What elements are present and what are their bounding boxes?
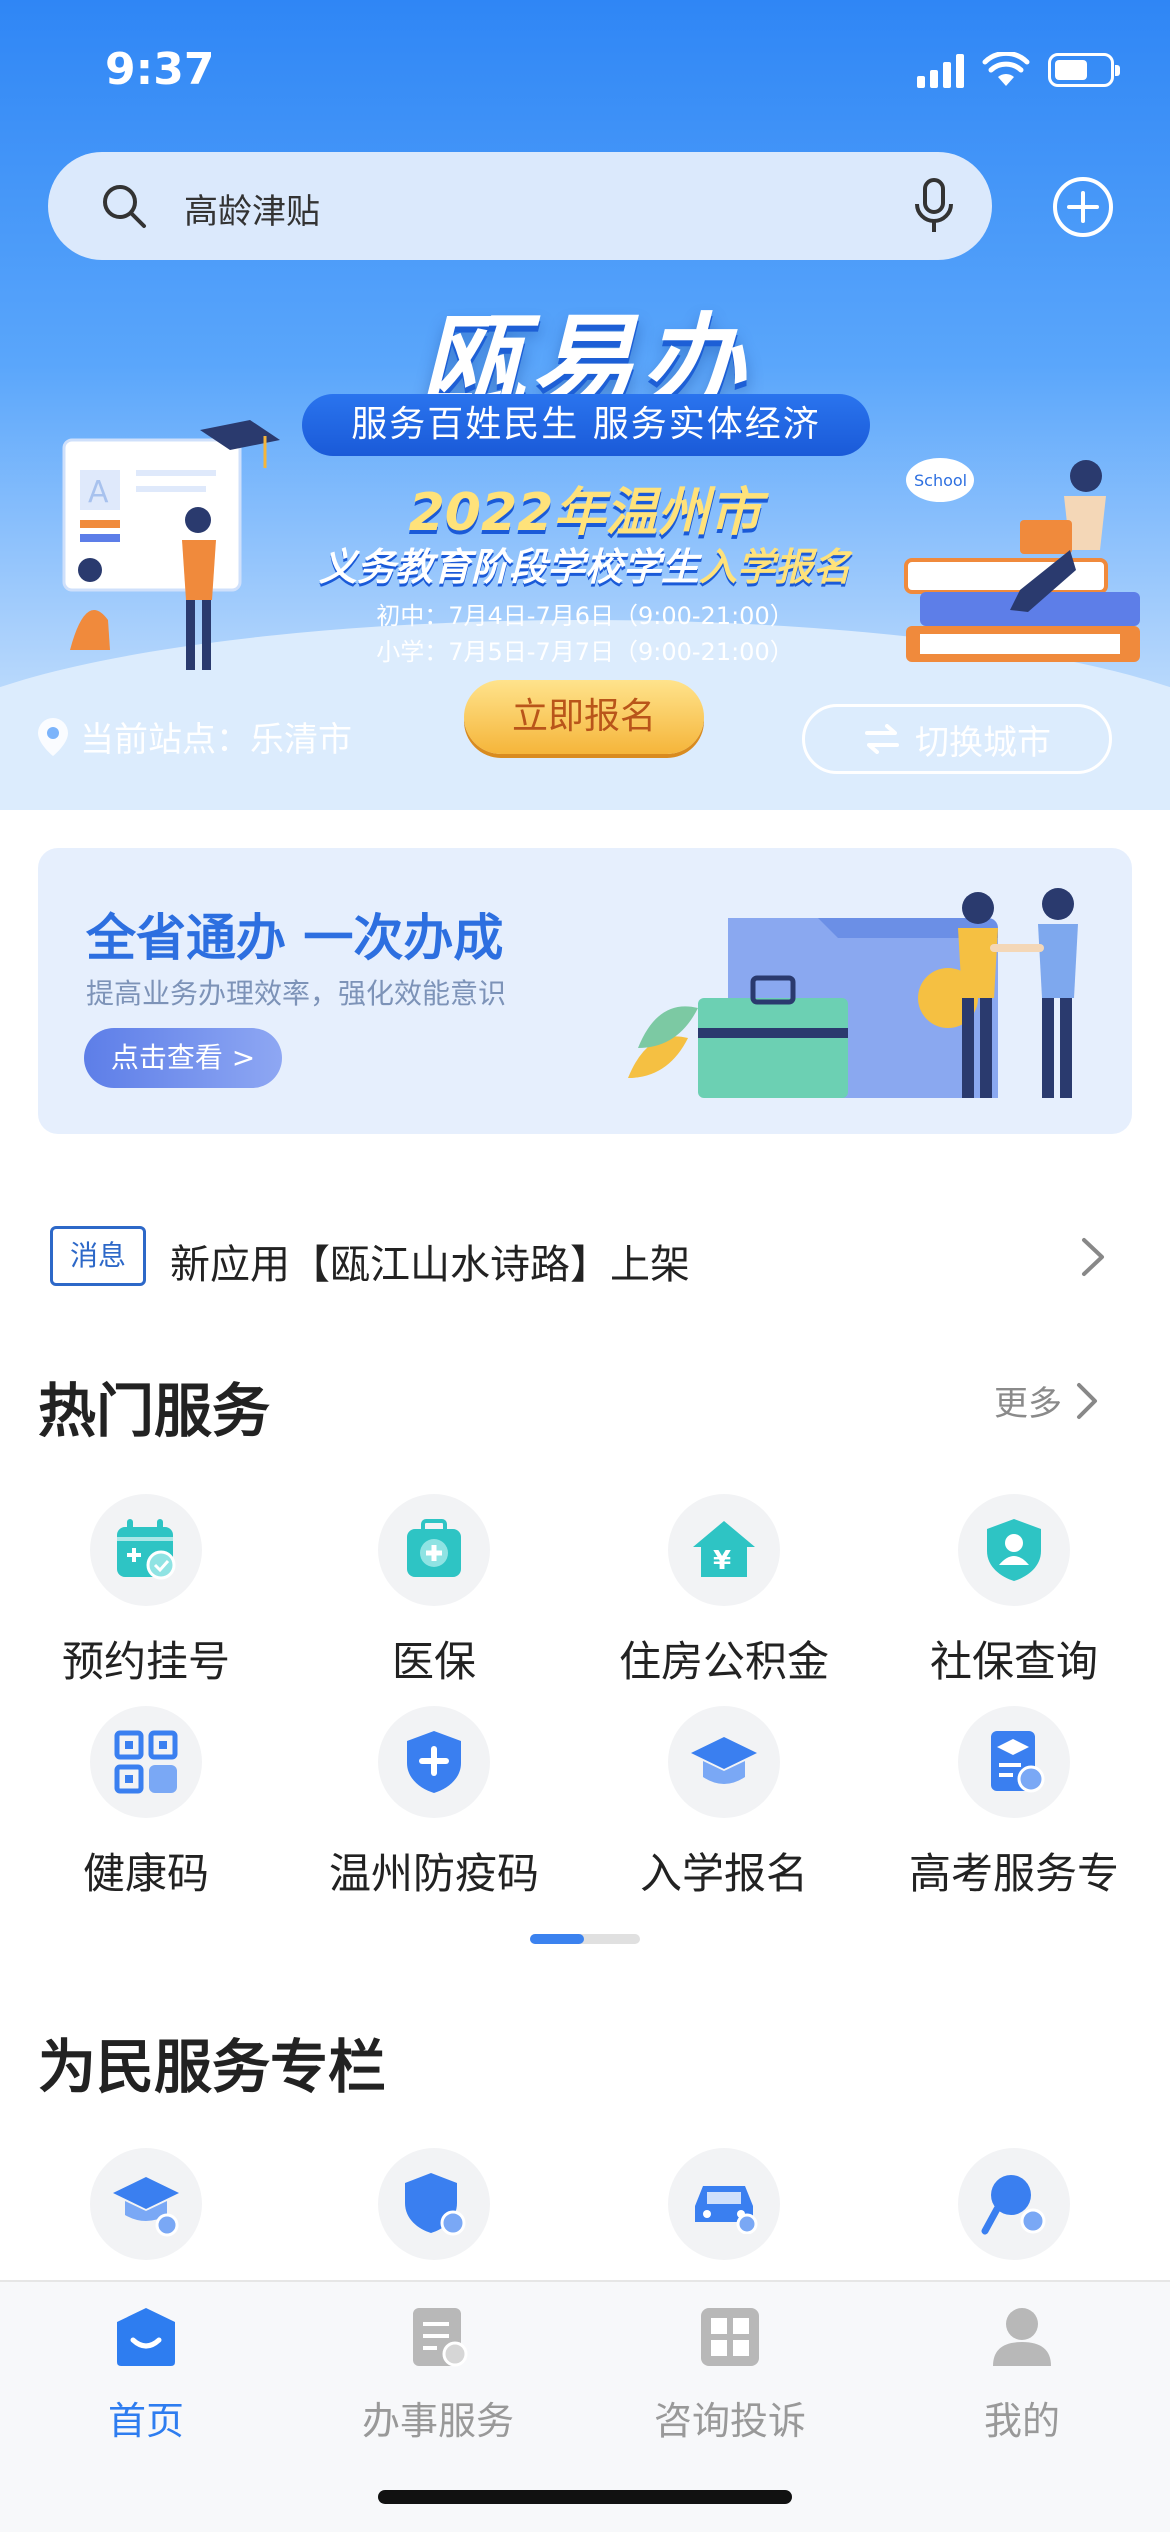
calendar-add-icon [117,1519,176,1580]
tab-profile[interactable]: 我的 [876,2304,1168,2445]
document-icon [413,2308,468,2367]
promo-subtitle: 提高业务办理效率，强化效能意识 [86,977,507,1010]
service-label: 入学报名 [639,1849,808,1898]
citizen-service-insurance[interactable] [288,2148,580,2260]
hot-services-title: 热门服务 [38,1377,271,1445]
tab-services[interactable]: 办事服务 [292,2304,584,2445]
switch-city-label: 切换城市 [915,722,1051,763]
home-indicator [378,2490,792,2504]
car-icon [695,2186,758,2234]
search-input[interactable]: 高龄津贴 [184,184,320,233]
citizen-service-education[interactable] [0,2148,292,2260]
more-link[interactable]: 更多 [994,1376,1098,1425]
microphone-icon[interactable] [912,178,956,234]
wifi-icon [982,52,1030,86]
hero-banner[interactable]: 9:37 高龄津贴 瓯易办 服务百姓民生 服务实体经济 2022年温州市 义务教… [0,0,1170,810]
qr-code-icon [114,1730,178,1794]
consult-icon [701,2308,759,2366]
search-icon [103,185,146,228]
view-details-button[interactable]: 点击查看 > [84,1028,282,1088]
tab-label: 首页 [107,2399,184,2443]
citizen-services-title: 为民服务专栏 [38,2033,387,2101]
tab-consult[interactable]: 咨询投诉 [584,2304,876,2445]
switch-city-button[interactable]: 切换城市 [802,704,1112,774]
chevron-right-icon [1077,1382,1097,1419]
page-indicator [530,1934,640,1944]
svg-text:¥: ¥ [713,1546,731,1576]
service-label: 医保 [391,1637,476,1686]
more-label: 更多 [994,1384,1062,1424]
battery-icon [1048,53,1120,87]
notice-tag: 消息 [50,1226,146,1286]
insurance-icon [405,2173,466,2236]
service-label: 预约挂号 [61,1637,230,1686]
service-label: 高考服务专 [908,1849,1119,1898]
exam-doc-icon [991,1731,1045,1793]
promo-card[interactable]: 全省通办 一次办成 提高业务办理效率，强化效能意识 点击查看 > [38,848,1132,1134]
event-prefix: 义务教育阶段学校学生 [318,545,699,589]
medical-kit-icon [407,1519,461,1577]
event-highlight: 入学报名 [699,545,852,589]
service-label: 健康码 [82,1849,209,1898]
register-now-button[interactable]: 立即报名 [464,680,704,754]
service-label: 社保查询 [929,1637,1098,1686]
location-label: 当前站点：乐清市 [80,720,352,760]
event-year-city: 2022年温州市 [408,483,762,543]
chevron-right-icon[interactable] [1080,1236,1106,1278]
promo-illustration [628,888,1078,1098]
service-appointment[interactable]: 预约挂号 [0,1494,292,1689]
signal-icon [917,52,964,88]
notice-text[interactable]: 新应用【瓯江山水诗路】上架 [170,1232,690,1290]
graduation-cap-icon [691,1737,757,1784]
service-health-code[interactable]: 健康码 [0,1706,292,1901]
status-time: 9:37 [105,44,215,95]
house-fund-icon: ¥ [693,1521,755,1577]
notice-bar[interactable]: 消息 新应用【瓯江山水诗路】上架 [0,1200,1170,1312]
social-security-icon [987,1519,1041,1581]
tab-home[interactable]: 首页 [0,2304,292,2445]
tab-label: 我的 [983,2399,1060,2443]
service-epidemic-code[interactable]: 温州防疫码 [288,1706,580,1901]
user-icon [993,2308,1051,2366]
search-bar[interactable]: 高龄津贴 [48,152,992,260]
shield-plus-icon [407,1731,461,1793]
home-icon [117,2308,175,2366]
citizen-service-sports[interactable] [868,2148,1160,2260]
brand-slogan: 服务百姓民生 服务实体经济 [302,394,870,456]
citizen-service-vehicle[interactable] [578,2148,870,2260]
banner-illustration-left: A [62,420,280,670]
sports-icon [981,2175,1046,2235]
school-bubble-label: School [914,471,967,490]
banner-illustration-right: School [904,458,1140,662]
service-label: 住房公积金 [618,1637,829,1686]
tab-label: 办事服务 [361,2399,514,2443]
location-pin-icon [38,717,68,756]
graduation-cap-icon [113,2177,179,2237]
svg-text:A: A [88,475,109,510]
service-medical-insurance[interactable]: 医保 [288,1494,580,1689]
swap-icon [865,724,899,754]
status-icons [917,52,1120,88]
service-housing-fund[interactable]: ¥ 住房公积金 [578,1494,870,1689]
service-enrollment[interactable]: 入学报名 [578,1706,870,1901]
current-location: 当前站点：乐清市 [36,712,352,761]
promo-title: 全省通办 一次办成 [86,909,504,967]
add-circle-icon[interactable] [1052,176,1114,238]
page-indicator-active [530,1934,584,1944]
service-gaokao[interactable]: 高考服务专 [868,1706,1160,1901]
service-social-security[interactable]: 社保查询 [868,1494,1160,1689]
service-label: 温州防疫码 [328,1849,539,1898]
tab-label: 咨询投诉 [653,2399,806,2443]
